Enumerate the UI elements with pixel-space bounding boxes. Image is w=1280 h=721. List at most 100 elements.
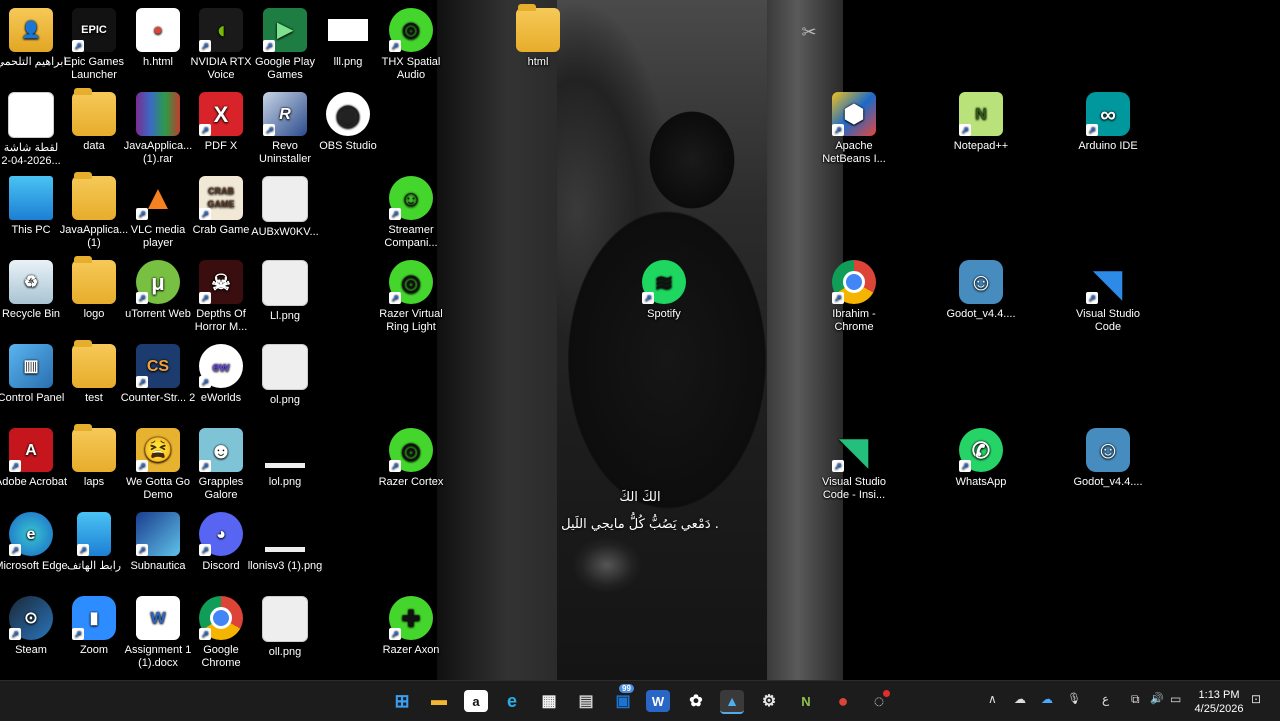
microphone-icon[interactable]: 🎙	[1067, 692, 1081, 705]
image-thumbnail-icon	[262, 176, 308, 222]
discord-icon: ◕ ↗	[199, 512, 243, 556]
winrar-archive-icon	[136, 92, 180, 136]
folder-icon	[72, 340, 116, 388]
unread-count-badge: 99	[619, 684, 634, 693]
desktop-icon-llonisv3-png[interactable]: llonisv3 (1).png	[247, 508, 323, 573]
desktop-icon-razer-ring-light[interactable]: ◎ ↗ Razer Virtual Ring Light	[373, 256, 449, 334]
desktop-icon-vscode[interactable]: ◥ ↗ Visual Studio Code	[1070, 256, 1146, 334]
taskbar-photos[interactable]: ▲	[720, 690, 744, 714]
taskbar-word[interactable]: W	[646, 690, 670, 712]
cloud-sync-icon[interactable]: ☁	[1014, 692, 1026, 706]
desktop-icon-spotify[interactable]: ≋ ↗ Spotify	[626, 256, 702, 321]
taskbar-file-explorer[interactable]: ▬	[427, 690, 451, 712]
arduino-icon: ∞ ↗	[1086, 92, 1130, 136]
onedrive-icon[interactable]: ☁	[1041, 692, 1053, 706]
desktop[interactable]: ✂ الكَ الكَ دَمْعي يَصُبُّ كُلُّ مايجي ا…	[0, 0, 1280, 680]
clock-time: 1:13 PM	[1198, 689, 1240, 701]
counter-strike-icon: CS ↗	[136, 344, 180, 388]
taskbar-calculator[interactable]: ▤	[574, 690, 598, 712]
desktop-icon-label: oll.png	[268, 646, 302, 658]
desktop-icon-label: Godot_v4.4....	[946, 308, 1016, 320]
system-clock[interactable]: 1:13 PM 4/25/2026	[1186, 688, 1252, 716]
taskbar-amazon[interactable]: a	[464, 690, 488, 712]
folder-icon	[72, 88, 116, 136]
folder-icon: ▬	[431, 692, 447, 709]
eworlds-icon: ew ↗	[199, 344, 243, 388]
taskbar-steam[interactable]: ⚙	[757, 690, 781, 712]
crab-game-icon: CRAB GAME ↗	[199, 176, 243, 220]
razer-cortex-icon: ◎ ↗	[389, 428, 433, 472]
desktop-icon-label: llonisv3 (1).png	[247, 560, 323, 572]
taskbar-origin[interactable]: ◌	[867, 690, 891, 712]
input-language-indicator[interactable]: ع	[1102, 692, 1109, 706]
desktop-icon-ol-png[interactable]: ol.png	[247, 340, 323, 407]
chrome-html-file-icon: ●	[136, 8, 180, 52]
desktop-icon-notepad-plus-plus[interactable]: N ↗ Notepad++	[943, 88, 1019, 153]
desktop-icon-razer-cortex[interactable]: ◎ ↗ Razer Cortex	[373, 424, 449, 489]
desktop-icon-arduino-ide[interactable]: ∞ ↗ Arduino IDE	[1070, 88, 1146, 153]
taskbar-chrome[interactable]: ●	[831, 690, 855, 712]
taskbar-microsoft-store[interactable]: ▦	[537, 690, 561, 712]
image-thumbnail-icon	[262, 260, 308, 306]
epic-games-icon: EPIC ↗	[72, 8, 116, 52]
battery-icon[interactable]: ▭	[1170, 692, 1181, 706]
desktop-icon-label: Arduino IDE	[1078, 140, 1138, 152]
calculator-icon: ▤	[578, 693, 594, 710]
image-thumbnail-icon	[262, 596, 308, 642]
desktop-icon-label: OBS Studio	[319, 140, 377, 152]
nvidia-headset-icon: ◖ ↗	[199, 8, 243, 52]
desktop-icon-oll-png[interactable]: oll.png	[247, 592, 323, 659]
we-gotta-go-icon: 😫 ↗	[136, 428, 180, 472]
wallpaper-background	[437, 0, 557, 680]
taskbar-outlook[interactable]: ▣ 99	[611, 684, 635, 712]
notepad-plus-plus-icon: N	[801, 693, 811, 709]
image-thumbnail-icon	[8, 92, 54, 138]
volume-icon[interactable]: 🔊	[1150, 692, 1164, 705]
acrobat-icon: A ↗	[9, 428, 53, 472]
desktop-icon-godot-2[interactable]: ☺ Godot_v4.4....	[1070, 424, 1146, 489]
chrome-profile-icon: ↗	[832, 260, 876, 304]
desktop-icon-obs-studio[interactable]: ◉ OBS Studio	[310, 88, 386, 153]
desktop-icon-ll-png[interactable]: Ll.png	[247, 256, 323, 323]
notification-center-icon[interactable]: ⊡	[1251, 692, 1261, 706]
user-folder-icon: 👤	[9, 8, 53, 52]
phone-link-icon: ↗	[77, 512, 111, 556]
desktop-icon-godot-1[interactable]: ☺ Godot_v4.4....	[943, 256, 1019, 321]
godot-console-icon: ☺	[1086, 428, 1130, 472]
desktop-icon-vscode-insiders[interactable]: ◥ ↗ Visual Studio Code - Insi...	[816, 424, 892, 502]
desktop-icon-ibrahim-chrome[interactable]: ↗ Ibrahim - Chrome	[816, 256, 892, 334]
taskbar-edge[interactable]: e	[500, 690, 524, 712]
folder-icon	[72, 424, 116, 472]
desktop-icon-label: lol.png	[268, 476, 302, 488]
edge-icon: e ↗	[9, 512, 53, 556]
desktop-icon-apache-netbeans[interactable]: ⬢ ↗ Apache NetBeans I...	[816, 88, 892, 166]
image-thumbnail-icon	[263, 512, 307, 556]
razer-axon-icon: ✚ ↗	[389, 596, 433, 640]
desktop-icon-label: Ll.png	[270, 310, 300, 322]
desktop-icon-label: Razer Cortex	[378, 476, 444, 488]
desktop-icon-lol-png[interactable]: lol.png	[247, 424, 323, 489]
desktop-icon-thx-spatial-audio[interactable]: ◎ ↗ THX Spatial Audio	[373, 4, 449, 82]
netbeans-icon: ⬢ ↗	[832, 92, 876, 136]
start-button[interactable]: ⊞	[390, 690, 414, 712]
desktop-icon-aubx-file[interactable]: AUBxW0KV...	[247, 172, 323, 239]
razer-ring-light-icon: ◎ ↗	[389, 260, 433, 304]
chrome-icon: ↗	[199, 596, 243, 640]
taskbar-notepad-plus-plus[interactable]: N	[794, 690, 818, 712]
desktop-icon-whatsapp[interactable]: ✆ ↗ WhatsApp	[943, 424, 1019, 489]
chatgpt-icon: ✿	[689, 693, 703, 710]
control-panel-icon: ▥	[9, 344, 53, 388]
taskbar: ⊞ ▬ a e ▦ ▤ ▣ 99 W ✿ ▲ ⚙ N ● ◌ ∧ ☁ ☁ 🎙 ع…	[0, 680, 1280, 721]
network-icon[interactable]: ⧉	[1131, 692, 1140, 707]
store-icon: ▦	[541, 693, 557, 710]
desktop-icon-streamer-companion[interactable]: ☺ ↗ Streamer Compani...	[373, 172, 449, 250]
word-document-icon: W	[136, 596, 180, 640]
taskbar-chatgpt[interactable]: ✿	[684, 690, 708, 712]
desktop-icon-label: Razer Virtual Ring Light	[379, 308, 443, 333]
pdf-x-icon: X ↗	[199, 92, 243, 136]
obs-icon: ◉	[326, 92, 370, 136]
desktop-icon-razer-axon[interactable]: ✚ ↗ Razer Axon	[373, 592, 449, 657]
desktop-icon-label: Visual Studio Code - Insi...	[821, 476, 886, 501]
desktop-icon-folder-html[interactable]: html	[500, 4, 576, 69]
show-hidden-icons-chevron-icon[interactable]: ∧	[988, 692, 997, 706]
